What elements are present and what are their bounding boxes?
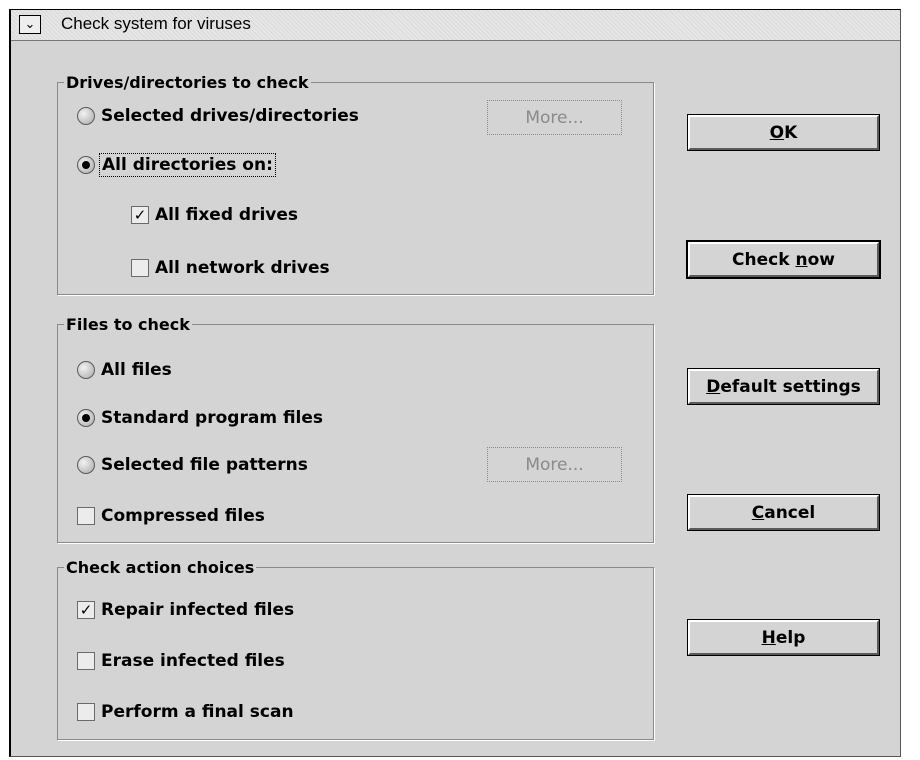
check-now-label: Check now xyxy=(732,249,835,270)
files-group-legend: Files to check xyxy=(66,315,190,334)
help-button[interactable]: Help xyxy=(687,619,880,656)
compressed-files-checkbox[interactable]: Compressed files xyxy=(77,506,265,526)
network-drives-checkbox[interactable]: All network drives xyxy=(131,258,330,278)
selected-drives-radio[interactable]: Selected drives/directories xyxy=(77,106,359,126)
help-label: Help xyxy=(761,627,806,648)
selected-file-patterns-radio[interactable]: Selected file patterns xyxy=(77,455,308,475)
standard-program-files-label: Standard program files xyxy=(101,408,324,428)
cancel-label: Cancel xyxy=(751,502,816,523)
erase-infected-label: Erase infected files xyxy=(101,651,285,671)
all-directories-radio[interactable]: All directories on: xyxy=(77,153,276,177)
radio-icon xyxy=(77,107,95,125)
drives-more-label: More... xyxy=(525,107,584,128)
fixed-drives-label: All fixed drives xyxy=(155,205,299,225)
radio-icon xyxy=(77,156,95,174)
all-directories-label: All directories on: xyxy=(99,153,276,177)
title-bar[interactable]: ⌄ Check system for viruses xyxy=(11,10,900,41)
check-now-button[interactable]: Check now xyxy=(686,240,881,279)
radio-icon xyxy=(77,456,95,474)
drives-group-legend: Drives/directories to check xyxy=(66,73,309,92)
default-settings-button[interactable]: Default settings xyxy=(687,368,880,405)
virus-check-dialog: ⌄ Check system for viruses Drives/direct… xyxy=(9,9,901,757)
cancel-button[interactable]: Cancel xyxy=(687,494,880,531)
radio-icon xyxy=(77,361,95,379)
final-scan-label: Perform a final scan xyxy=(101,702,294,722)
selected-drives-label: Selected drives/directories xyxy=(101,106,359,126)
action-group-legend: Check action choices xyxy=(66,558,255,577)
window-title: Check system for viruses xyxy=(61,14,251,33)
radio-icon xyxy=(77,409,95,427)
checkbox-icon: ✓ xyxy=(131,206,149,224)
standard-program-files-radio[interactable]: Standard program files xyxy=(77,408,323,428)
default-settings-label: Default settings xyxy=(706,376,861,397)
compressed-files-label: Compressed files xyxy=(101,506,265,526)
all-files-label: All files xyxy=(101,360,172,380)
repair-infected-label: Repair infected files xyxy=(101,600,295,620)
files-more-button[interactable]: More... xyxy=(487,447,622,482)
repair-infected-checkbox[interactable]: ✓ Repair infected files xyxy=(77,600,294,620)
system-menu-icon[interactable]: ⌄ xyxy=(19,15,41,34)
drives-more-button[interactable]: More... xyxy=(487,100,622,135)
files-more-label: More... xyxy=(525,454,584,475)
fixed-drives-checkbox[interactable]: ✓ All fixed drives xyxy=(131,205,298,225)
checkbox-icon xyxy=(131,259,149,277)
network-drives-label: All network drives xyxy=(155,258,330,278)
ok-label: OK xyxy=(769,122,798,143)
ok-button[interactable]: OK xyxy=(687,114,880,151)
selected-file-patterns-label: Selected file patterns xyxy=(101,455,308,475)
checkbox-icon: ✓ xyxy=(77,601,95,619)
all-files-radio[interactable]: All files xyxy=(77,360,172,380)
checkbox-icon xyxy=(77,703,95,721)
checkbox-icon xyxy=(77,507,95,525)
checkbox-icon xyxy=(77,652,95,670)
final-scan-checkbox[interactable]: Perform a final scan xyxy=(77,702,294,722)
erase-infected-checkbox[interactable]: Erase infected files xyxy=(77,651,285,671)
